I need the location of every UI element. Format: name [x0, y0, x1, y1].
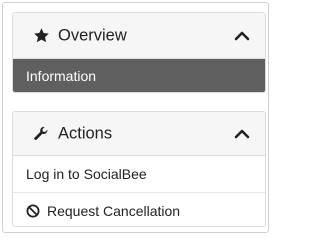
star-icon: [32, 27, 50, 45]
action-item-request-cancellation[interactable]: Request Cancellation: [13, 192, 265, 226]
sidebar-container: Overview Information Actions Log in to S…: [2, 2, 269, 233]
overview-panel: Overview Information: [12, 12, 266, 93]
sidebar-item-label: Information: [26, 68, 97, 84]
overview-title: Overview: [58, 26, 127, 44]
actions-panel-header[interactable]: Actions: [13, 112, 265, 156]
actions-title: Actions: [58, 124, 113, 142]
ban-icon: [26, 204, 40, 218]
wrench-icon: [32, 125, 50, 143]
action-item-label: Request Cancellation: [47, 202, 181, 219]
chevron-up-icon[interactable]: [233, 29, 251, 43]
overview-panel-header[interactable]: Overview: [13, 13, 265, 59]
chevron-up-icon[interactable]: [233, 127, 251, 141]
action-item-label: Log in to SocialBee: [26, 166, 147, 182]
actions-panel: Actions Log in to SocialBee Request Canc…: [12, 111, 266, 227]
sidebar-item-information[interactable]: Information: [13, 59, 265, 92]
action-item-login[interactable]: Log in to SocialBee: [13, 156, 265, 192]
